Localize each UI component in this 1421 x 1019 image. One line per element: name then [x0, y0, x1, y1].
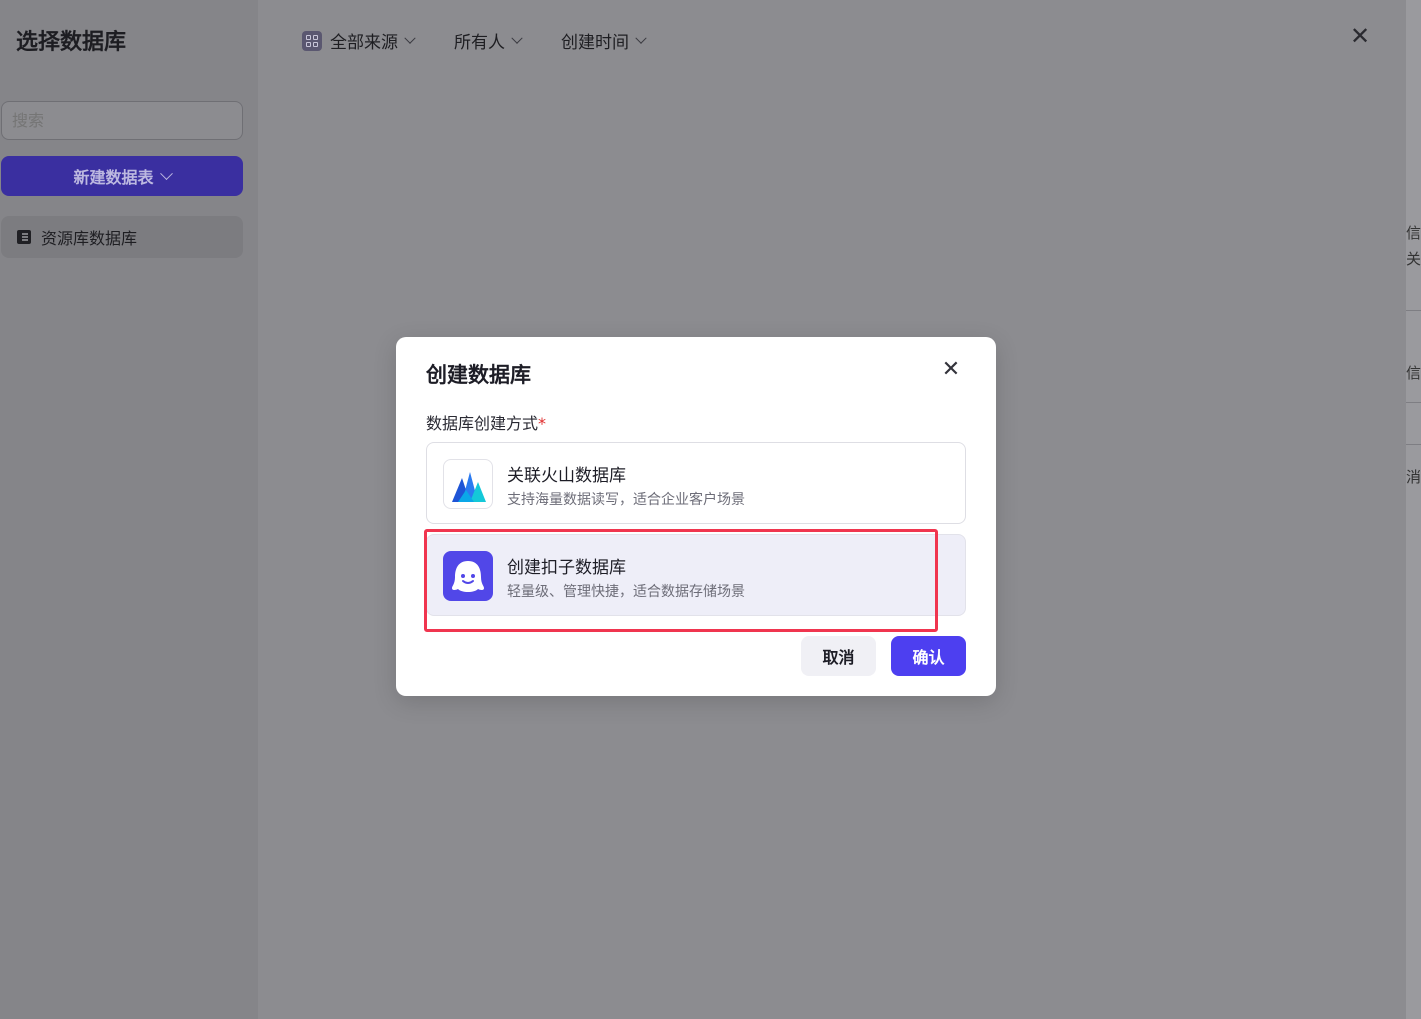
chevron-down-icon [159, 166, 173, 180]
close-icon[interactable]: ✕ [940, 359, 962, 381]
page-title: 选择数据库 [16, 30, 127, 55]
background-text: 信息 [1406, 224, 1421, 242]
dialog-title: 创建数据库 [426, 363, 531, 387]
filter-source[interactable]: 全部来源 [302, 28, 416, 53]
option-description: 支持海量数据读写，适合企业客户场景 [507, 492, 745, 508]
filter-owner[interactable]: 所有人 [454, 28, 523, 53]
field-label-text: 数据库创建方式 [426, 414, 539, 433]
option-coze-database[interactable]: 创建扣子数据库 轻量级、管理快捷，适合数据存储场景 [426, 534, 966, 616]
confirm-button[interactable]: 确认 [891, 636, 966, 676]
new-table-label: 新建数据表 [73, 168, 154, 187]
option-title: 创建扣子数据库 [507, 558, 626, 578]
required-mark: * [538, 414, 547, 433]
close-icon[interactable]: ✕ [1348, 24, 1372, 48]
sidebar-item-resource-database[interactable]: 资源库数据库 [1, 216, 243, 258]
database-icon [17, 230, 31, 244]
field-label: 数据库创建方式* [426, 410, 546, 434]
sidebar-item-label: 资源库数据库 [41, 229, 138, 248]
source-grid-icon [302, 30, 322, 51]
filter-label: 所有人 [454, 33, 505, 53]
search-input[interactable] [1, 101, 243, 140]
background-text: 关 [1406, 250, 1421, 268]
option-title: 关联火山数据库 [507, 466, 626, 486]
create-database-dialog: 创建数据库 ✕ 数据库创建方式* 关联火山数据库 支持海量数据读写，适合企业客户… [396, 337, 996, 696]
chevron-down-icon [635, 32, 647, 44]
option-description: 轻量级、管理快捷，适合数据存储场景 [507, 584, 745, 600]
filter-created-time[interactable]: 创建时间 [561, 28, 647, 53]
background-text: 消息 [1406, 468, 1421, 486]
filter-label: 全部来源 [330, 33, 398, 53]
background-divider [1406, 402, 1421, 403]
filter-label: 创建时间 [561, 33, 629, 53]
background-text: 信息中 [1406, 364, 1421, 382]
cancel-button[interactable]: 取消 [801, 636, 876, 676]
option-volcano-database[interactable]: 关联火山数据库 支持海量数据读写，适合企业客户场景 [426, 442, 966, 524]
screen: 信息 关 信息中 消息 选择数据库 新建数据表 资源库数据库 全部来源 [0, 0, 1421, 1019]
chevron-down-icon [404, 32, 416, 44]
coze-ghost-icon [443, 551, 493, 601]
chevron-down-icon [511, 32, 523, 44]
volcano-mountain-icon [443, 459, 493, 509]
background-divider [1406, 310, 1421, 311]
filter-bar: 全部来源 所有人 创建时间 [302, 28, 647, 53]
sidebar: 选择数据库 新建数据表 资源库数据库 [0, 0, 258, 1019]
background-page-edge: 信息 关 信息中 消息 [1406, 0, 1421, 1019]
new-table-button[interactable]: 新建数据表 [1, 156, 243, 196]
background-divider [1406, 444, 1421, 445]
